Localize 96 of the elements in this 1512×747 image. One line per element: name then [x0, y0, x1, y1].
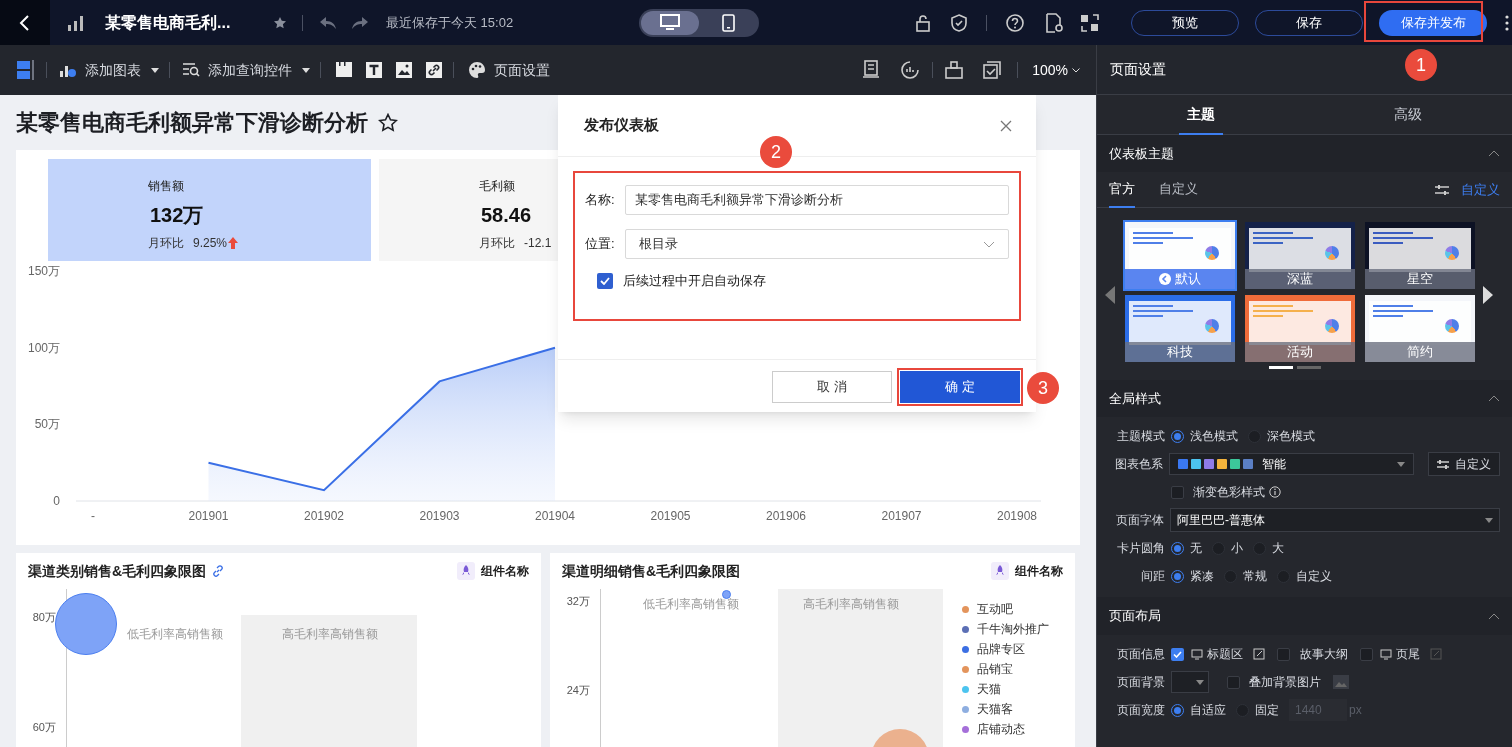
theme-subtab[interactable]: 官方	[1109, 171, 1135, 208]
dialog-title: 发布仪表板	[584, 115, 659, 136]
axis-label: 150万	[27, 264, 60, 278]
legend-label: 品牌专区	[977, 641, 1025, 658]
radio-label: 常规	[1243, 568, 1267, 585]
change-value: 9.25%	[193, 235, 228, 252]
checkbox-label: 后续过程中开启自动保存	[623, 272, 766, 290]
axis-label: -	[91, 509, 95, 523]
axis-label: 201902	[304, 509, 344, 523]
kpi-label: 销售额	[148, 178, 185, 195]
axis-label: 201903	[419, 509, 460, 523]
field-label: 页面字体	[1115, 512, 1165, 529]
theme-subtab[interactable]: 自定义	[1159, 171, 1198, 208]
location-dropdown[interactable]: 根目录	[625, 229, 1009, 259]
axis-label: 201908	[997, 509, 1037, 523]
axis-label: 201901	[188, 509, 229, 523]
kpi-value: 58.46	[481, 203, 533, 228]
legend-label: 天猫客	[977, 701, 1013, 718]
save-and-publish-button[interactable]: 保存并发布	[1379, 9, 1488, 36]
field-label: 页面背景	[1116, 674, 1165, 691]
field-label: 位置:	[585, 235, 616, 254]
change-label: 月环比	[148, 235, 184, 252]
legend-label: 千牛淘外推广	[977, 621, 1049, 638]
save-status: 最近保存于今天 15:02	[386, 13, 514, 32]
radio-label: 自定义	[1296, 568, 1332, 585]
palette-dropdown[interactable]: 智能	[1169, 453, 1414, 475]
radio-label: 无	[1190, 540, 1202, 557]
section-title: 全局样式	[1109, 389, 1161, 408]
change-label: 月环比	[479, 235, 515, 252]
panel-tab[interactable]: 高级	[1304, 95, 1512, 134]
theme-thumbnail[interactable]: 深蓝	[1245, 221, 1355, 289]
field-label: 图表色系	[1114, 456, 1164, 473]
radio-label: 紧凑	[1190, 568, 1214, 585]
field-label: 页面宽度	[1116, 702, 1165, 719]
font-dropdown[interactable]: 阿里巴巴-普惠体	[1170, 508, 1500, 532]
radio-label: 深色模式	[1267, 428, 1315, 445]
radio-label: 自适应	[1190, 702, 1226, 719]
change-value: -12.1	[524, 235, 552, 252]
checkbox-label: 页尾	[1396, 646, 1420, 663]
chart-title: 渠道明细销售&毛利四象限图	[562, 561, 741, 581]
quadrant-label: 低毛利率高销售额	[127, 626, 223, 643]
toolbar-button[interactable]: 页面设置	[468, 55, 550, 85]
radio-label: 固定	[1255, 702, 1279, 719]
axis-label: 100万	[27, 340, 60, 355]
checkbox-label: 标题区	[1207, 646, 1243, 663]
legend-label: 天猫	[977, 681, 1001, 698]
axis-label: 80万	[32, 610, 56, 625]
theme-thumbnail[interactable]: 星空	[1365, 221, 1475, 289]
quadrant-label: 高毛利率高销售额	[282, 626, 378, 643]
checkbox-label: 渐变色彩样式	[1193, 484, 1265, 501]
checkbox-label: 叠加背景图片	[1249, 674, 1321, 691]
name-field[interactable]: 某零售电商毛利额异常下滑诊断分析	[625, 185, 1009, 215]
page-title: 某零售电商毛利额异常下滑诊断分析	[16, 109, 368, 137]
confirm-button[interactable]: 确 定	[900, 371, 1020, 403]
axis-label: 24万	[566, 683, 590, 698]
unit-label: px	[1349, 702, 1362, 719]
section-title: 仪表板主题	[1109, 144, 1174, 163]
axis-label: 32万	[566, 594, 590, 609]
kpi-label: 毛利额	[479, 178, 516, 195]
kpi-card[interactable]: 销售额 132万 月环比 9.25%	[48, 159, 371, 261]
legend-label: 品销宝	[977, 661, 1013, 678]
zoom-dropdown[interactable]: 100%	[1032, 59, 1080, 81]
cancel-button[interactable]: 取 消	[772, 371, 892, 403]
checkbox-label: 故事大纲	[1300, 646, 1348, 663]
section-title: 页面布局	[1109, 607, 1161, 626]
field-label: 名称:	[585, 191, 616, 210]
field-label: 卡片圆角	[1116, 540, 1165, 557]
toolbar-button[interactable]: 添加查询控件	[182, 55, 310, 85]
field-label: 页面信息	[1116, 646, 1165, 663]
radio-label: 小	[1231, 540, 1243, 557]
theme-thumbnail[interactable]: 科技	[1125, 294, 1235, 362]
customize-button[interactable]: 自定义	[1428, 452, 1500, 476]
radio-label: 大	[1272, 540, 1284, 557]
quadrant-label: 低毛利率高销售额	[643, 596, 739, 613]
axis-label: 0	[53, 494, 60, 508]
axis-label: 60万	[32, 720, 56, 735]
theme-thumbnail[interactable]: 活动	[1245, 294, 1355, 362]
field-label: 主题模式	[1116, 428, 1165, 445]
axis-label: 201904	[535, 509, 575, 523]
radio-label: 浅色模式	[1190, 428, 1238, 445]
component-name-button[interactable]: 组件名称	[991, 562, 1063, 580]
axis-label: 50万	[34, 417, 60, 432]
panel-title: 页面设置	[1110, 60, 1166, 79]
legend-label: 店铺动态	[977, 721, 1025, 738]
customize-link[interactable]: 自定义	[1461, 179, 1500, 200]
axis-label: 201906	[766, 509, 806, 523]
axis-label: 201907	[881, 509, 922, 523]
field-label: 间距	[1140, 568, 1165, 585]
toolbar-button[interactable]: 添加图表	[59, 55, 159, 85]
legend-label: 互动吧	[977, 601, 1013, 618]
axis-label: 201905	[650, 509, 691, 523]
kpi-value: 132万	[150, 203, 205, 228]
component-name-button[interactable]: 组件名称	[457, 562, 529, 580]
quadrant-label: 高毛利率高销售额	[803, 596, 899, 613]
chart-title: 渠道类别销售&毛利四象限图	[28, 561, 207, 581]
dashboard-title: 某零售电商毛利...	[105, 12, 232, 33]
